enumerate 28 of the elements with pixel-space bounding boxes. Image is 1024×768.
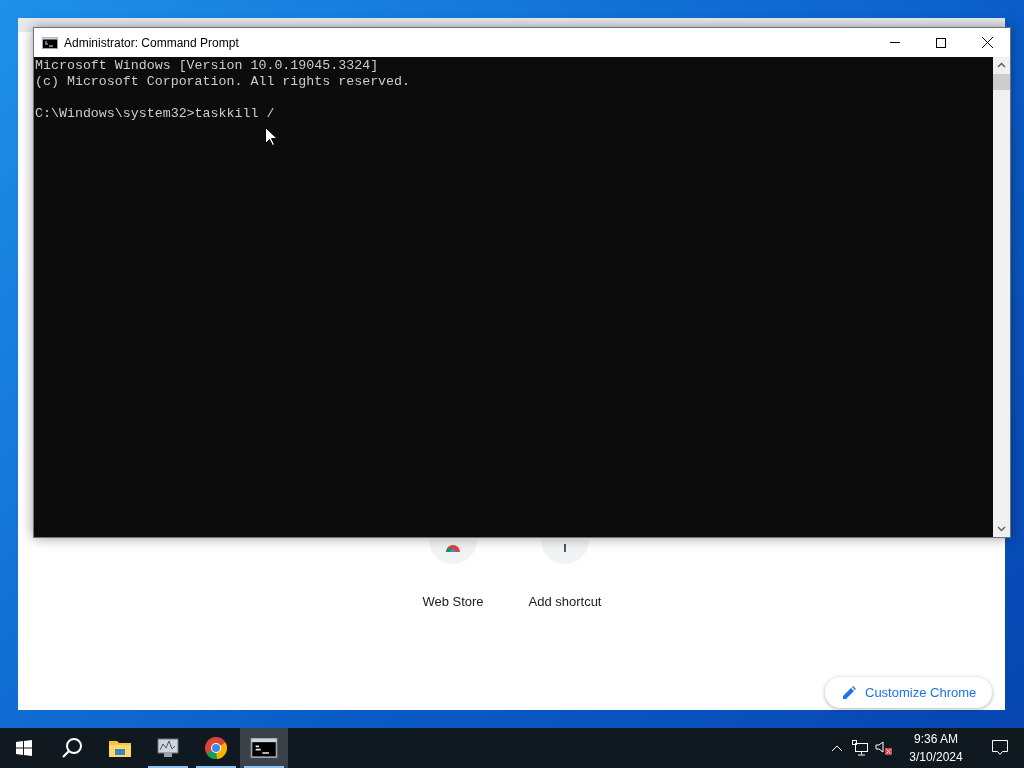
customize-chrome-button[interactable]: Customize Chrome xyxy=(825,677,993,708)
taskbar-app[interactable] xyxy=(240,728,288,768)
maximize-icon xyxy=(936,37,946,48)
browser-icon xyxy=(204,736,228,760)
notification-icon xyxy=(992,740,1008,756)
chevron-up-icon xyxy=(831,744,843,752)
console-icon xyxy=(42,36,58,49)
scrollbar-thumb[interactable] xyxy=(993,74,1010,90)
console-line: Microsoft Windows [Version 10.0.19045.3324] xyxy=(35,58,379,73)
cursor-icon xyxy=(265,127,277,146)
terminal-icon xyxy=(250,738,278,758)
folder-icon xyxy=(108,738,132,758)
clock[interactable]: 9:36 AM 3/10/2024 xyxy=(896,728,976,768)
windows-logo-icon xyxy=(16,740,32,756)
store-icon xyxy=(445,544,461,552)
network-icon xyxy=(852,740,868,756)
volume-muted-icon xyxy=(875,740,893,756)
close-icon xyxy=(981,37,993,48)
console-line: (c) Microsoft Corporation. All rights reserved. xyxy=(35,74,411,89)
shortcut-label[interactable]: Web Store xyxy=(422,592,484,612)
pencil-icon xyxy=(841,684,857,701)
window-title: Administrator: Command Prompt xyxy=(64,34,239,52)
minimize-icon xyxy=(890,42,900,43)
monitor-icon xyxy=(156,736,180,760)
command-prompt-line: C:\Windows\system32>taskkill / xyxy=(35,106,275,121)
shortcut-label[interactable]: Add shortcut xyxy=(528,592,602,612)
search-icon xyxy=(61,737,83,759)
scrollbar[interactable] xyxy=(993,57,1010,537)
